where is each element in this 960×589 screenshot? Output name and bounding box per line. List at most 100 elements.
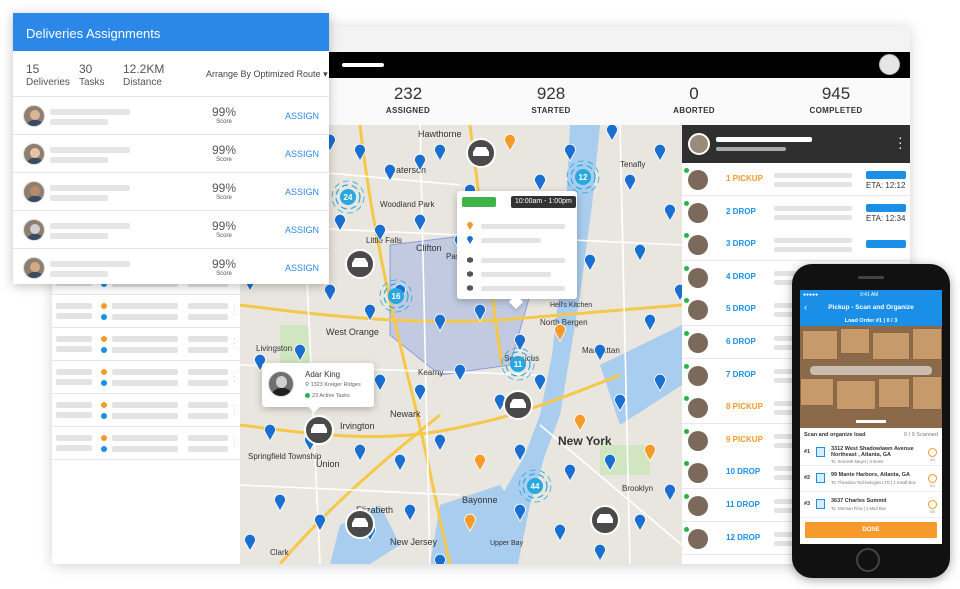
task-row[interactable]: ··· <box>52 361 240 394</box>
load-item[interactable]: #3 3637 Charles Summit To: Norman Flow | 1… <box>800 494 942 518</box>
drop-pin-icon[interactable] <box>404 503 416 522</box>
vehicle-marker[interactable] <box>466 138 496 168</box>
drop-pin-icon[interactable] <box>434 143 446 162</box>
user-avatar[interactable] <box>879 54 900 75</box>
drop-pin-icon[interactable] <box>674 283 683 302</box>
route-stop-row[interactable]: 1 PICKUP ETA: 12:12 <box>682 163 910 196</box>
kebab-menu-icon[interactable]: · · · <box>898 130 903 154</box>
score-value: 99% <box>211 181 237 195</box>
task-row[interactable]: ··· <box>52 295 240 328</box>
phone-home-button[interactable] <box>856 548 880 572</box>
drop-pin-icon[interactable] <box>634 243 646 262</box>
package-icon <box>467 285 473 291</box>
drop-pin-icon[interactable] <box>624 173 636 192</box>
drop-pin-icon[interactable] <box>606 125 618 142</box>
item-number: #2 <box>804 475 811 481</box>
drop-pin-icon[interactable] <box>534 173 546 192</box>
drop-pin-icon[interactable] <box>644 313 656 332</box>
delivery-info-card[interactable]: 10:00am - 1:00pm <box>457 191 577 310</box>
stop-tag: 8 PICKUP <box>726 402 763 412</box>
drop-pin-icon[interactable] <box>354 443 366 462</box>
task-row[interactable]: ··· <box>52 328 240 361</box>
vehicle-marker[interactable] <box>345 249 375 279</box>
drop-pin-icon[interactable] <box>434 553 446 564</box>
drop-pin-icon[interactable] <box>414 383 426 402</box>
drop-pin-icon[interactable] <box>594 343 606 362</box>
task-row[interactable]: ··· <box>52 427 240 460</box>
load-item[interactable]: #2 99 Mante Harbors, Atlanta, GA To: Theod… <box>800 468 942 492</box>
row-menu-icon[interactable]: ··· <box>233 435 236 451</box>
driver-avatar[interactable] <box>688 133 710 155</box>
drop-pin-icon[interactable] <box>634 513 646 532</box>
drop-pin-icon[interactable] <box>334 213 346 232</box>
online-dot-icon <box>684 331 689 336</box>
assignment-row[interactable]: 99% Score ASSIGN <box>13 210 329 248</box>
drop-pin-icon[interactable] <box>554 523 566 542</box>
pickup-pin-icon[interactable] <box>474 453 486 472</box>
assign-button[interactable]: ASSIGN <box>285 111 319 121</box>
vehicle-marker[interactable] <box>503 390 533 420</box>
scan-status-icon[interactable] <box>928 448 937 457</box>
time-window-badge: 10:00am - 1:00pm <box>511 196 576 208</box>
cluster-marker[interactable]: 24 <box>331 180 365 214</box>
drop-pin-icon[interactable] <box>314 513 326 532</box>
vehicle-marker[interactable] <box>345 509 375 539</box>
assign-button[interactable]: ASSIGN <box>285 149 319 159</box>
drop-pin-icon[interactable] <box>324 283 336 302</box>
vehicle-marker[interactable] <box>590 505 620 535</box>
online-dot-icon <box>684 363 689 369</box>
vehicle-marker[interactable] <box>304 415 334 445</box>
pickup-pin-icon[interactable] <box>574 413 586 432</box>
drop-pin-icon[interactable] <box>374 373 386 392</box>
drop-pin-icon[interactable] <box>534 373 546 392</box>
drop-pin-icon[interactable] <box>414 213 426 232</box>
assign-button[interactable]: ASSIGN <box>285 263 319 273</box>
map-place-label: West Orange <box>326 327 379 337</box>
assign-button[interactable]: ASSIGN <box>285 187 319 197</box>
drop-pin-icon[interactable] <box>264 423 276 442</box>
row-menu-icon[interactable]: ··· <box>233 402 236 418</box>
item-number: #3 <box>804 501 811 507</box>
drop-pin-icon[interactable] <box>434 433 446 452</box>
stat-aborted[interactable]: 0 ABORTED <box>634 84 754 115</box>
drop-dot-icon <box>101 314 107 320</box>
assignment-row[interactable]: 99% Score ASSIGN <box>13 172 329 210</box>
route-stop-row[interactable]: 3 DROP <box>682 228 910 262</box>
assignment-row[interactable]: 99% Score ASSIGN <box>13 134 329 172</box>
task-row[interactable]: ··· <box>52 394 240 427</box>
summary-label: Tasks <box>79 77 105 88</box>
text-placeholder <box>112 435 178 441</box>
text-placeholder <box>774 214 852 220</box>
stat-assigned[interactable]: 232 ASSIGNED <box>348 84 468 115</box>
pickup-pin-icon[interactable] <box>504 133 516 152</box>
drop-pin-icon[interactable] <box>664 483 676 502</box>
arrange-dropdown[interactable]: Arrange By Optimized Route ▾ <box>206 69 328 80</box>
route-stop-row[interactable]: 2 DROP ETA: 12:34 <box>682 195 910 229</box>
driver-popup-card[interactable]: Adar King ⚲ 1323 Kreiger Ridges 23 Activ… <box>262 363 374 413</box>
drop-pin-icon[interactable] <box>394 453 406 472</box>
assign-button[interactable]: ASSIGN <box>285 225 319 235</box>
driver-avatar <box>688 202 708 223</box>
driver-avatar <box>688 496 708 516</box>
assignment-row[interactable]: 99% Score ASSIGN <box>13 96 329 134</box>
east-river <box>600 325 682 425</box>
row-menu-icon[interactable]: ··· <box>233 369 236 385</box>
stat-completed[interactable]: 945 COMPLETED <box>776 84 896 115</box>
drop-pin-icon[interactable] <box>244 533 256 552</box>
row-menu-icon[interactable]: ··· <box>233 303 236 319</box>
drop-pin-icon[interactable] <box>274 493 286 512</box>
assignment-row[interactable]: 99% Score ASSIGN <box>13 248 329 286</box>
scan-status-icon[interactable] <box>928 500 937 509</box>
drop-pin-icon[interactable] <box>454 363 466 382</box>
drop-pin-icon[interactable] <box>654 143 666 162</box>
load-item[interactable]: #1 3312 West Shadowlawn Avenue Northeast ,… <box>800 442 942 466</box>
pickup-dot-icon <box>101 369 107 375</box>
stat-started[interactable]: 928 STARTED <box>491 84 611 115</box>
drop-pin-icon[interactable] <box>584 253 596 272</box>
done-button[interactable]: DONE <box>805 522 937 538</box>
drop-pin-icon[interactable] <box>594 543 606 562</box>
drop-pin-icon[interactable] <box>564 463 576 482</box>
scan-status-icon[interactable] <box>928 474 937 483</box>
row-menu-icon[interactable]: ··· <box>233 336 236 352</box>
drop-pin-icon[interactable] <box>664 203 676 222</box>
